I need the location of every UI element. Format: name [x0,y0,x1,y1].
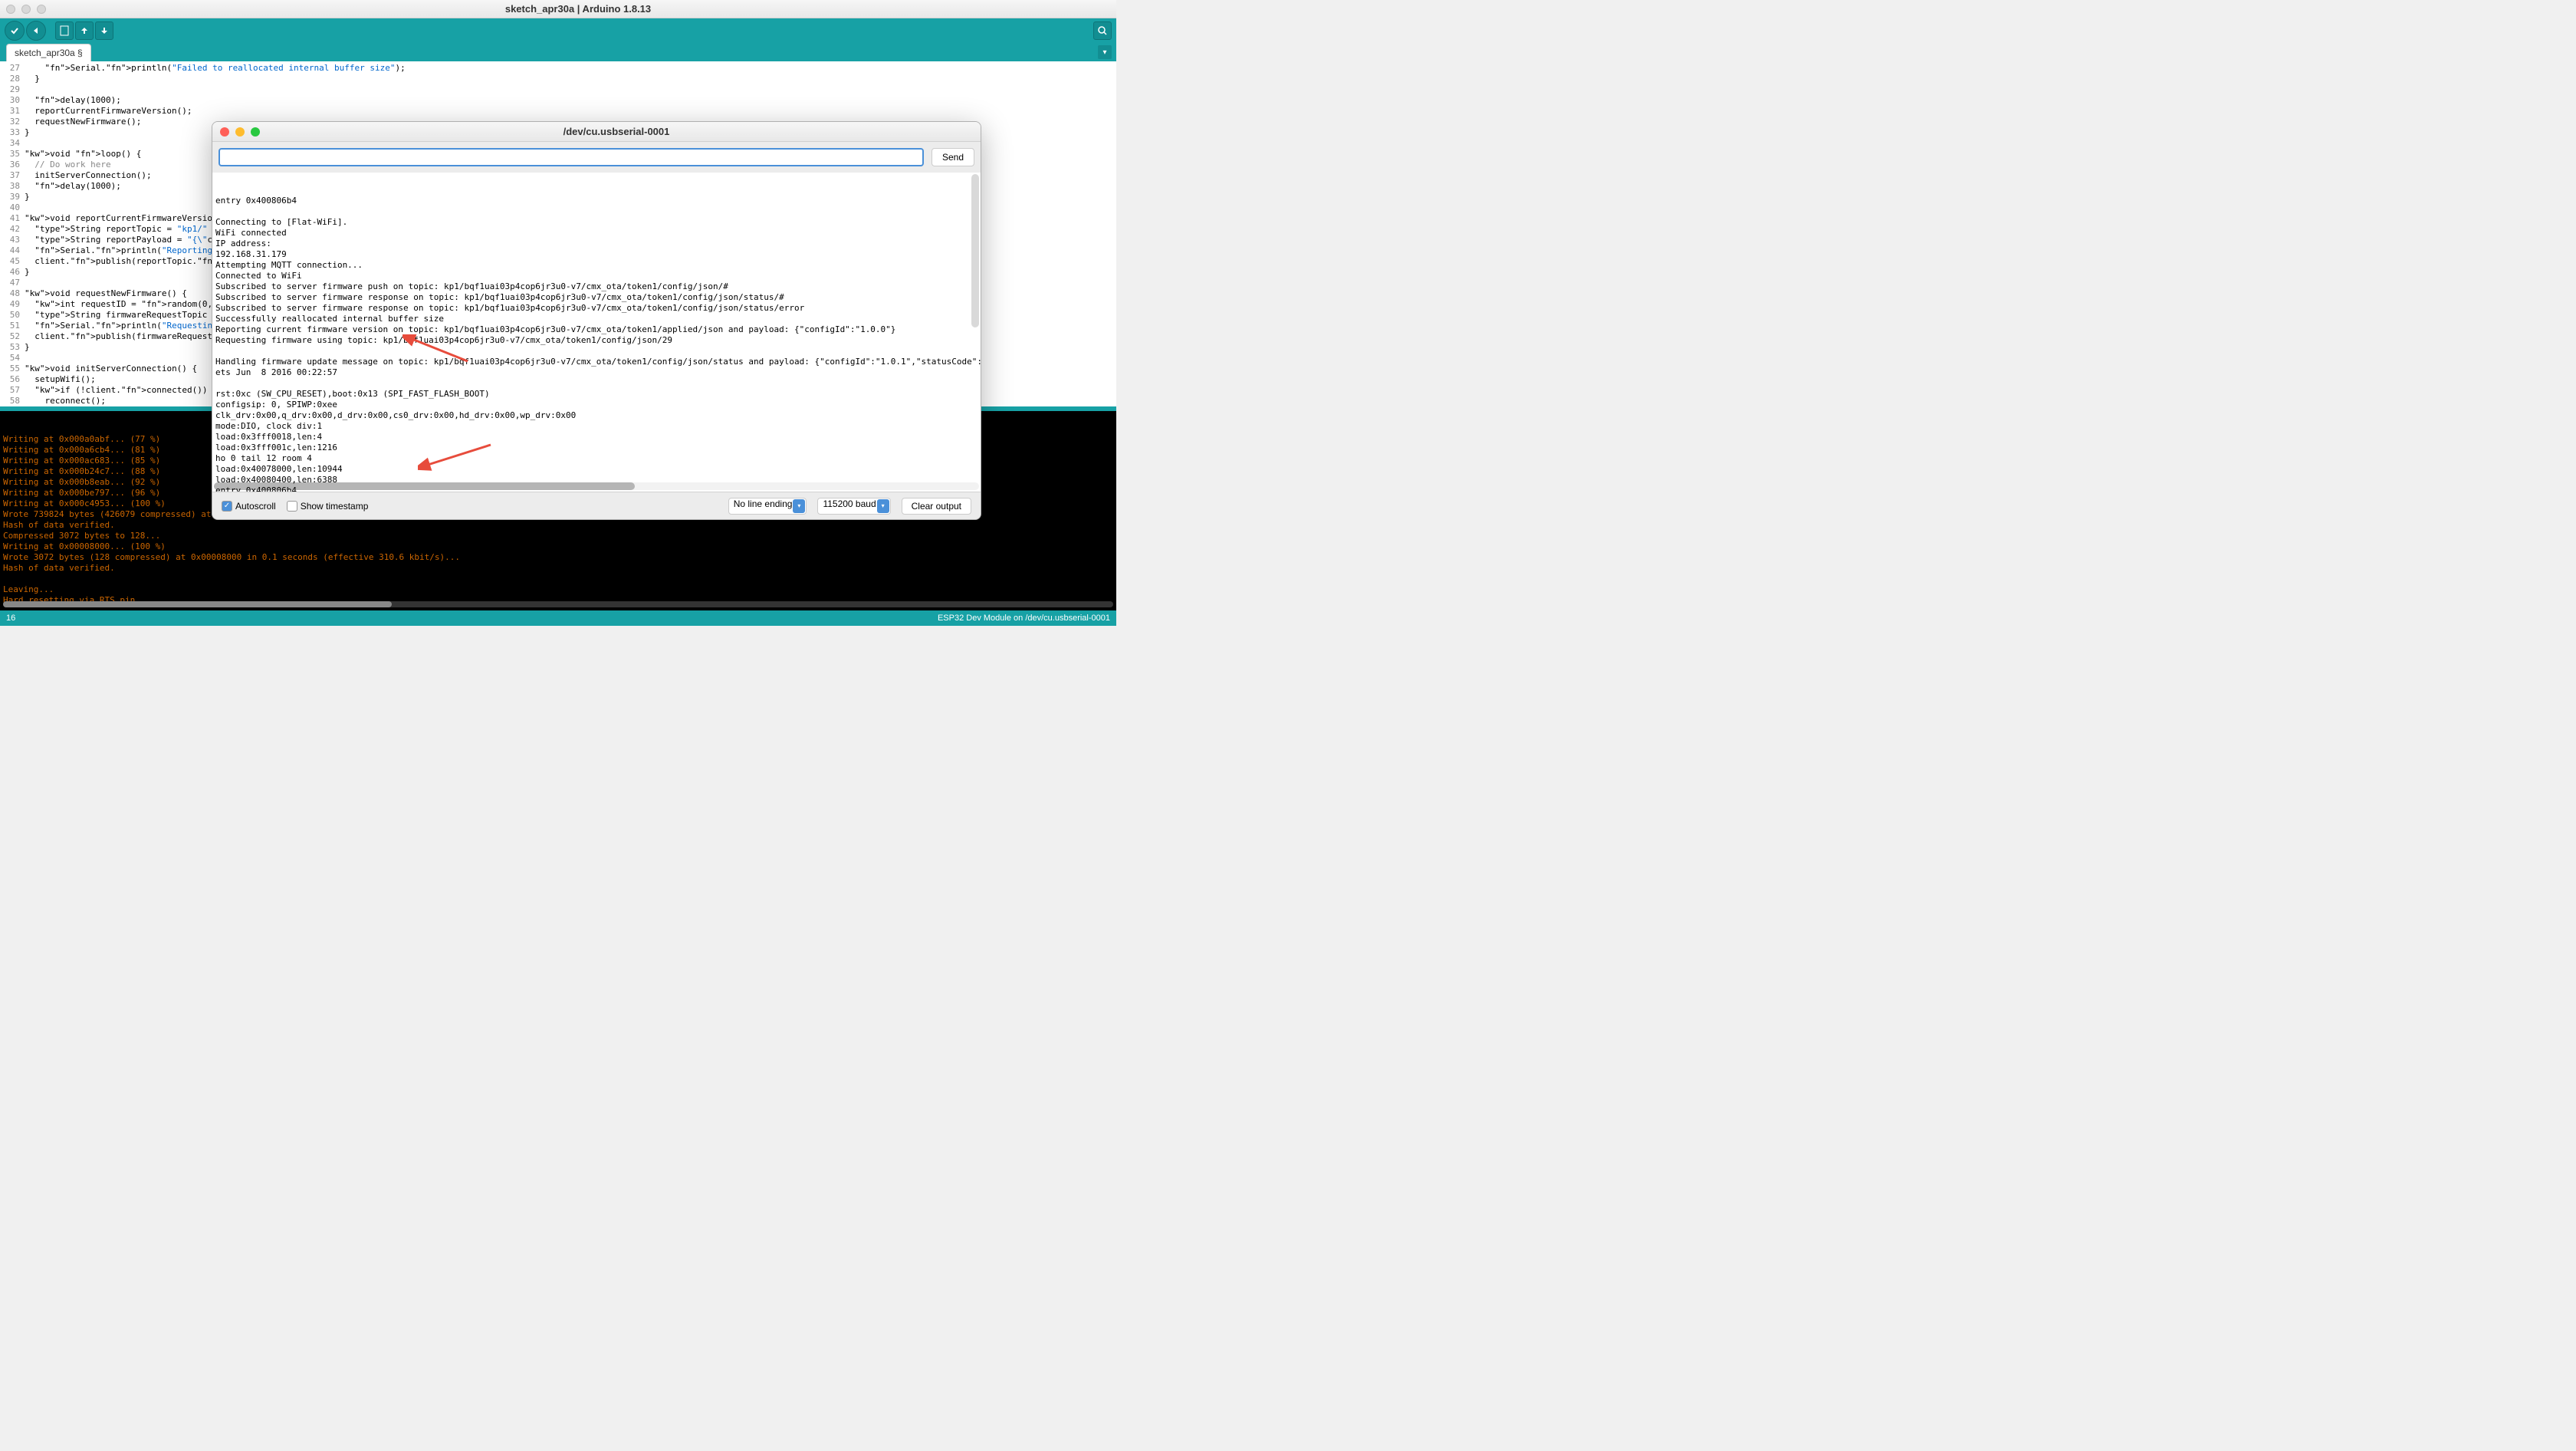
status-board: ESP32 Dev Module on /dev/cu.usbserial-00… [938,614,1110,623]
serial-output[interactable]: entry 0x400806b4 Connecting to [Flat-WiF… [212,173,981,492]
serial-input[interactable] [219,148,924,166]
close-icon[interactable] [6,5,15,14]
tab-menu-button[interactable]: ▾ [1098,45,1112,59]
line-ending-select[interactable]: No line ending ▾ [728,498,807,515]
minimize-icon[interactable] [235,127,245,137]
serial-window-title: /dev/cu.usbserial-0001 [260,126,973,137]
status-line: 16 [6,614,15,623]
toolbar [0,18,1116,43]
upload-button[interactable] [26,21,46,41]
serial-vscrollbar[interactable] [971,174,979,327]
timestamp-checkbox[interactable]: Show timestamp [287,501,369,512]
main-titlebar: sketch_apr30a | Arduino 1.8.13 [0,0,1116,18]
serial-hscrollbar[interactable] [214,482,979,490]
baud-select[interactable]: 115200 baud ▾ [817,498,890,515]
serial-titlebar[interactable]: /dev/cu.usbserial-0001 [212,122,981,142]
console-hscrollbar[interactable] [3,601,1113,607]
open-button[interactable] [75,21,94,40]
serial-traffic-lights [220,127,260,137]
serial-output-text: entry 0x400806b4 Connecting to [Flat-WiF… [215,196,978,492]
checkbox-icon [287,501,297,512]
minimize-icon[interactable] [21,5,31,14]
serial-monitor-window: /dev/cu.usbserial-0001 Send entry 0x4008… [212,121,981,520]
save-button[interactable] [95,21,113,40]
clear-output-button[interactable]: Clear output [902,498,971,515]
main-window-title: sketch_apr30a | Arduino 1.8.13 [46,3,1110,15]
serial-footer: ✓ Autoscroll Show timestamp No line endi… [212,492,981,519]
line-gutter: 27 28 29 30 31 32 33 34 35 36 37 38 39 4… [0,61,25,406]
serial-monitor-button[interactable] [1093,21,1112,40]
tab-bar: sketch_apr30a § ▾ [0,43,1116,61]
checkbox-icon: ✓ [222,501,232,512]
new-button[interactable] [55,21,74,40]
zoom-icon[interactable] [251,127,260,137]
verify-button[interactable] [5,21,25,41]
send-button[interactable]: Send [932,148,974,166]
autoscroll-checkbox[interactable]: ✓ Autoscroll [222,501,276,512]
zoom-icon[interactable] [37,5,46,14]
tab-sketch[interactable]: sketch_apr30a § [6,44,91,61]
main-traffic-lights [6,5,46,14]
serial-input-row: Send [212,142,981,173]
close-icon[interactable] [220,127,229,137]
status-bar: 16 ESP32 Dev Module on /dev/cu.usbserial… [0,610,1116,626]
